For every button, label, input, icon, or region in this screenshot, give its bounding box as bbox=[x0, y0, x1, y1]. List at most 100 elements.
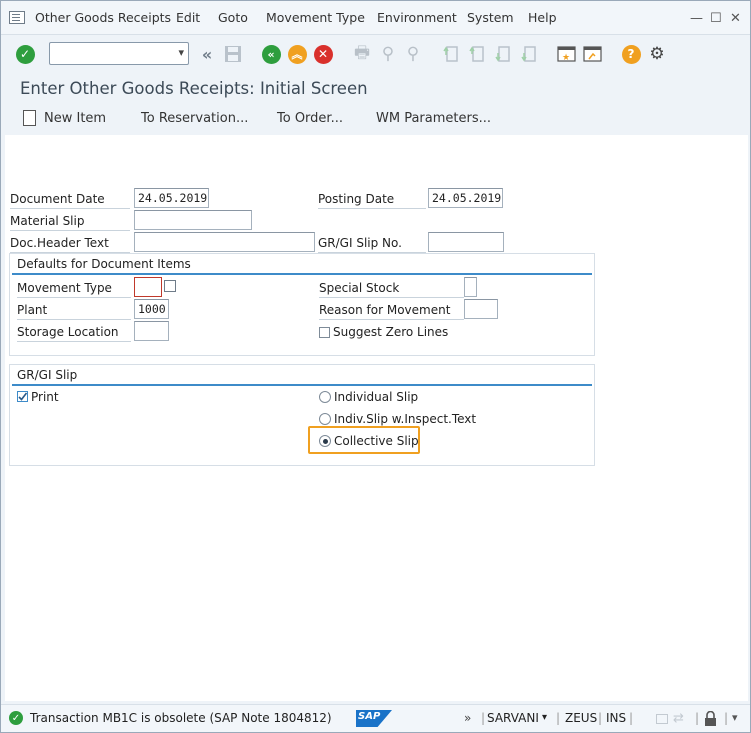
help-icon[interactable]: ? bbox=[621, 44, 641, 64]
status-mode[interactable]: INS bbox=[606, 711, 626, 725]
to-reservation-button[interactable]: To Reservation... bbox=[141, 111, 248, 126]
enter-icon[interactable]: ✓ bbox=[15, 44, 35, 64]
svg-text:★: ★ bbox=[562, 53, 570, 63]
indiv-slip-inspect-radio[interactable] bbox=[319, 413, 331, 425]
last-page-icon[interactable] bbox=[519, 44, 539, 64]
document-date-label: Document Date bbox=[10, 192, 105, 206]
material-slip-label: Material Slip bbox=[10, 214, 85, 228]
defaults-group-title: Defaults for Document Items bbox=[17, 257, 191, 271]
reason-for-movement-field[interactable] bbox=[464, 299, 498, 319]
application-toolbar: New Item To Reservation... To Order... W… bbox=[1, 105, 750, 133]
label-underline bbox=[10, 208, 130, 209]
sap-window: Other Goods Receipts Edit Goto Movement … bbox=[0, 0, 751, 733]
reason-for-movement-label: Reason for Movement bbox=[319, 303, 451, 317]
first-page-icon[interactable] bbox=[441, 44, 461, 64]
posting-date-label: Posting Date bbox=[318, 192, 395, 206]
plant-label: Plant bbox=[17, 303, 48, 317]
movement-type-label: Movement Type bbox=[17, 281, 112, 295]
storage-location-label: Storage Location bbox=[17, 325, 119, 339]
print-label: Print bbox=[31, 390, 59, 404]
chevron-down-icon[interactable]: ▾ bbox=[178, 46, 184, 59]
individual-slip-radio[interactable] bbox=[319, 391, 331, 403]
posting-date-field[interactable]: 24.05.2019 bbox=[428, 188, 503, 208]
status-user: SARVANI bbox=[487, 711, 539, 725]
movement-type-field[interactable] bbox=[134, 277, 162, 297]
status-message[interactable]: Transaction MB1C is obsolete (SAP Note 1… bbox=[30, 711, 332, 725]
chevron-down-icon[interactable]: ▾ bbox=[542, 712, 547, 723]
wm-parameters-button[interactable]: WM Parameters... bbox=[376, 111, 491, 126]
menu-edit[interactable]: Edit bbox=[176, 10, 200, 25]
storage-location-field[interactable] bbox=[134, 321, 169, 341]
print-icon[interactable]: 🖶 bbox=[352, 43, 372, 64]
label-underline bbox=[17, 319, 131, 320]
status-forward-icon[interactable]: » bbox=[464, 711, 471, 725]
prev-page-icon[interactable] bbox=[467, 44, 487, 64]
group-divider bbox=[12, 273, 592, 275]
suggest-zero-lines-checkbox[interactable] bbox=[319, 327, 330, 338]
doc-header-text-label: Doc.Header Text bbox=[10, 236, 109, 250]
back-icon[interactable]: « bbox=[261, 44, 281, 64]
possible-entries-icon[interactable] bbox=[164, 280, 176, 292]
menu-other-goods-receipts[interactable]: Other Goods Receipts bbox=[35, 10, 171, 25]
menu-help[interactable]: Help bbox=[528, 10, 557, 25]
special-stock-label: Special Stock bbox=[319, 281, 400, 295]
label-underline bbox=[17, 297, 131, 298]
status-bar: ✓ Transaction MB1C is obsolete (SAP Note… bbox=[1, 704, 750, 732]
plant-field[interactable]: 1000 bbox=[134, 299, 169, 319]
slip-group-title: GR/GI Slip bbox=[17, 368, 78, 382]
label-underline bbox=[319, 319, 464, 320]
label-underline bbox=[10, 230, 130, 231]
menu-bar: Other Goods Receipts Edit Goto Movement … bbox=[1, 1, 750, 35]
document-date-field[interactable]: 24.05.2019 bbox=[134, 188, 209, 208]
label-underline bbox=[17, 341, 131, 342]
menu-movement-type[interactable]: Movement Type bbox=[266, 10, 365, 25]
status-options-icon[interactable]: ▾ bbox=[732, 711, 738, 724]
main-content: Document Date 24.05.2019 Posting Date 24… bbox=[5, 135, 748, 701]
group-divider bbox=[12, 384, 592, 386]
sap-logo: SAP bbox=[356, 710, 392, 727]
menu-icon[interactable] bbox=[9, 11, 25, 24]
indiv-slip-inspect-label: Indiv.Slip w.Inspect.Text bbox=[334, 412, 477, 426]
settings-icon[interactable]: ⚙ bbox=[647, 44, 667, 64]
save-icon[interactable] bbox=[223, 44, 243, 64]
special-stock-field[interactable] bbox=[464, 277, 477, 297]
doc-header-text-field[interactable] bbox=[134, 232, 315, 252]
system-toolbar: ✓ ▾ « « ︽ ✕ 🖶 ⚲ ⚲ ★ ? ⚙ bbox=[1, 35, 750, 73]
transfer-icon: ⇄ bbox=[673, 711, 684, 726]
gr-gi-slip-no-label: GR/GI Slip No. bbox=[318, 236, 402, 250]
exit-icon[interactable]: ︽ bbox=[287, 44, 307, 64]
cancel-icon[interactable]: ✕ bbox=[313, 44, 333, 64]
print-checkbox[interactable] bbox=[17, 391, 28, 402]
label-underline bbox=[318, 208, 426, 209]
menu-goto[interactable]: Goto bbox=[218, 10, 248, 25]
back-double-icon[interactable]: « bbox=[197, 44, 217, 64]
shortcut-icon[interactable] bbox=[583, 44, 603, 64]
new-session-icon[interactable]: ★ bbox=[557, 44, 577, 64]
maximize-button[interactable]: ☐ bbox=[710, 11, 722, 26]
command-field[interactable]: ▾ bbox=[49, 42, 189, 65]
new-item-button[interactable]: New Item bbox=[44, 111, 106, 126]
find-next-icon[interactable]: ⚲ bbox=[403, 44, 423, 64]
individual-slip-label: Individual Slip bbox=[334, 390, 419, 404]
page-title: Enter Other Goods Receipts: Initial Scre… bbox=[20, 79, 368, 98]
menu-system[interactable]: System bbox=[467, 10, 514, 25]
success-icon: ✓ bbox=[9, 711, 23, 725]
lock-icon[interactable] bbox=[704, 711, 718, 727]
slip-group: GR/GI Slip Print Individual Slip Indiv.S… bbox=[9, 364, 595, 466]
status-system: ZEUS bbox=[565, 711, 598, 725]
to-order-button[interactable]: To Order... bbox=[277, 111, 343, 126]
suggest-zero-lines-label: Suggest Zero Lines bbox=[333, 325, 449, 339]
menu-environment[interactable]: Environment bbox=[377, 10, 457, 25]
gr-gi-slip-no-field[interactable] bbox=[428, 232, 504, 252]
defaults-group: Defaults for Document Items Movement Typ… bbox=[9, 253, 595, 356]
checkmark-icon bbox=[18, 392, 28, 401]
collective-slip-label: Collective Slip bbox=[334, 434, 419, 448]
next-page-icon[interactable] bbox=[493, 44, 513, 64]
collective-slip-radio[interactable] bbox=[319, 435, 331, 447]
material-slip-field[interactable] bbox=[134, 210, 252, 230]
connection-icon bbox=[656, 714, 668, 724]
minimize-button[interactable]: — bbox=[690, 11, 703, 26]
label-underline bbox=[319, 297, 464, 298]
close-button[interactable]: ✕ bbox=[730, 11, 741, 26]
find-icon[interactable]: ⚲ bbox=[378, 44, 398, 64]
